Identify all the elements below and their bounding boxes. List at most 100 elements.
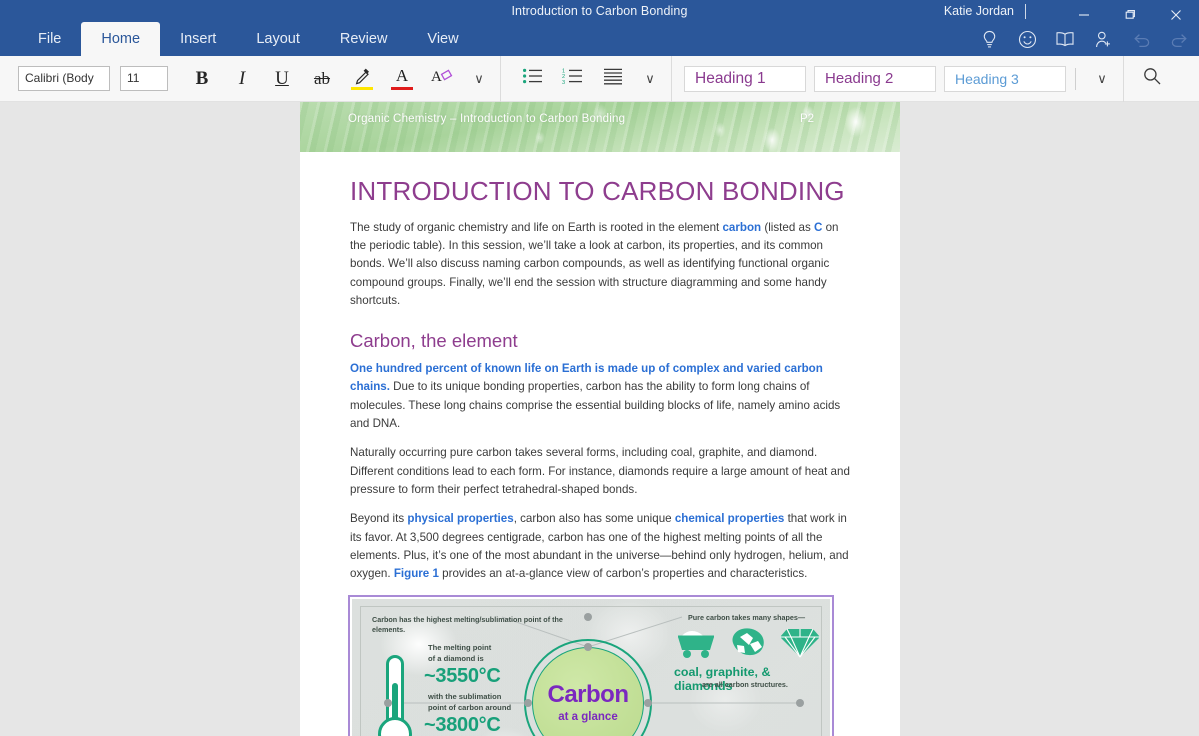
bullet-list-icon bbox=[522, 67, 544, 90]
melting-label-4: point of carbon around bbox=[428, 702, 512, 712]
font-color-a-icon: A bbox=[395, 65, 409, 85]
font-color-button[interactable]: A bbox=[382, 61, 422, 97]
font-group-expand-button[interactable]: ∨ bbox=[462, 61, 496, 97]
numbered-list-icon: 1 2 3 bbox=[562, 67, 584, 90]
document-page[interactable]: Organic Chemistry – Introduction to Carb… bbox=[300, 102, 900, 736]
document-workspace: Organic Chemistry – Introduction to Carb… bbox=[0, 102, 1199, 736]
shapes-sub-text: are all carbon structures. bbox=[702, 679, 788, 689]
user-name[interactable]: Katie Jordan bbox=[944, 4, 1014, 18]
connector-node bbox=[524, 698, 532, 707]
font-group: Calibri (Body 11 B I U ab A A ∨ bbox=[0, 56, 500, 102]
p1-carbon-link[interactable]: carbon bbox=[722, 221, 761, 234]
styles-gallery-expand-button[interactable]: ∨ bbox=[1085, 61, 1119, 97]
tab-layout[interactable]: Layout bbox=[236, 22, 320, 56]
paragraph-intro: The study of organic chemistry and life … bbox=[350, 219, 850, 311]
p4-figure-1-link[interactable]: Figure 1 bbox=[394, 567, 439, 580]
page-title: INTRODUCTION TO CARBON BONDING bbox=[350, 176, 845, 206]
connector-node bbox=[796, 698, 804, 707]
header-left-text: Organic Chemistry – Introduction to Carb… bbox=[348, 113, 626, 125]
tab-home[interactable]: Home bbox=[81, 22, 161, 56]
melting-intro-text: Carbon has the highest melting/sublimati… bbox=[372, 614, 563, 635]
center-subtitle: at a glance bbox=[558, 710, 618, 723]
chevron-down-icon: ∨ bbox=[645, 70, 655, 86]
p4-chemical-properties-link[interactable]: chemical properties bbox=[675, 512, 785, 525]
p1-a: The study of organic chemistry and life … bbox=[350, 220, 723, 234]
strikethrough-label: ab bbox=[313, 68, 331, 88]
tab-review[interactable]: Review bbox=[320, 22, 408, 56]
p4-physical-properties-link[interactable]: physical properties bbox=[407, 512, 513, 525]
share-person-icon[interactable] bbox=[1089, 26, 1117, 52]
tell-me-icon[interactable] bbox=[975, 26, 1003, 52]
connector-node bbox=[584, 642, 592, 651]
window-title: Introduction to Carbon Bonding bbox=[511, 4, 688, 18]
p4-e: provides an at-a-glance view of carbon’s… bbox=[438, 567, 808, 581]
paragraph-carbon-chains: One hundred percent of known life on Ear… bbox=[350, 360, 850, 433]
italic-button[interactable]: I bbox=[222, 61, 262, 97]
titlebar-icon-row bbox=[975, 26, 1193, 52]
clear-formatting-button[interactable]: A bbox=[422, 61, 462, 97]
font-color-bar bbox=[391, 86, 413, 90]
paragraph-pure-carbon-forms: Naturally occurring pure carbon takes se… bbox=[350, 446, 850, 497]
search-group bbox=[1123, 55, 1176, 102]
diamond-icon bbox=[778, 625, 822, 664]
search-icon bbox=[1142, 66, 1162, 91]
tab-insert[interactable]: Insert bbox=[160, 22, 236, 56]
bullet-list-button[interactable] bbox=[513, 61, 553, 97]
infographic-image-selection[interactable]: Carbon has the highest melting/sublimati… bbox=[348, 594, 834, 736]
paragraph-properties: Beyond its physical properties, carbon a… bbox=[350, 510, 850, 583]
coal-cart-icon bbox=[674, 625, 718, 664]
text-caret bbox=[1025, 4, 1026, 19]
undo-icon[interactable] bbox=[1127, 26, 1155, 52]
p4-c: , carbon also has some unique bbox=[513, 512, 675, 526]
bold-button[interactable]: B bbox=[182, 61, 222, 97]
center-title: Carbon bbox=[547, 680, 630, 708]
read-mode-icon[interactable] bbox=[1051, 26, 1079, 52]
smiley-feedback-icon[interactable] bbox=[1013, 26, 1041, 52]
melting-label-1: The melting point bbox=[428, 642, 492, 652]
highlight-color-bar bbox=[351, 86, 373, 90]
styles-divider bbox=[1075, 67, 1076, 90]
align-left-icon bbox=[602, 67, 624, 90]
title-bar: Introduction to Carbon Bonding Katie Jor… bbox=[0, 0, 1199, 56]
shapes-intro-text: Pure carbon takes many shapes— bbox=[688, 612, 806, 622]
text-highlight-button[interactable] bbox=[342, 61, 382, 97]
paragraph-group-expand-button[interactable]: ∨ bbox=[633, 61, 667, 97]
italic-label: I bbox=[238, 67, 246, 89]
align-button[interactable] bbox=[593, 61, 633, 97]
style-heading-1[interactable]: Heading 1 bbox=[684, 65, 806, 92]
strikethrough-button[interactable]: ab bbox=[302, 61, 342, 97]
p1-c: (listed as bbox=[761, 220, 814, 234]
style-heading-3[interactable]: Heading 3 bbox=[944, 65, 1066, 92]
svg-text:3: 3 bbox=[562, 80, 565, 85]
melting-value-sublimation: ~3800°C bbox=[424, 713, 501, 736]
melting-label-3: with the sublimation bbox=[428, 691, 502, 701]
clear-formatting-icon: A bbox=[430, 65, 454, 92]
paragraph-group: 1 2 3 ∨ bbox=[500, 55, 671, 102]
ribbon-toolbar: Calibri (Body 11 B I U ab A A ∨ 1 2 3 ∨ … bbox=[0, 55, 1199, 102]
style-heading-2[interactable]: Heading 2 bbox=[814, 65, 936, 92]
connector-node bbox=[384, 698, 392, 707]
numbered-list-button[interactable]: 1 2 3 bbox=[553, 61, 593, 97]
font-name-input[interactable]: Calibri (Body bbox=[18, 66, 110, 91]
tab-view[interactable]: View bbox=[407, 22, 478, 56]
section-heading-carbon-the-element: Carbon, the element bbox=[350, 330, 518, 352]
underline-label: U bbox=[275, 67, 289, 89]
style-heading-2-label: Heading 2 bbox=[825, 70, 894, 87]
style-heading-1-label: Heading 1 bbox=[695, 69, 766, 87]
p4-a: Beyond its bbox=[350, 512, 408, 526]
search-button[interactable] bbox=[1132, 61, 1172, 97]
carbon-shape-icons bbox=[674, 625, 822, 664]
chevron-down-icon: ∨ bbox=[1097, 70, 1107, 86]
infographic-image[interactable]: Carbon has the highest melting/sublimati… bbox=[352, 598, 830, 736]
font-size-input[interactable]: 11 bbox=[120, 66, 168, 91]
underline-button[interactable]: U bbox=[262, 61, 302, 97]
bold-label: B bbox=[195, 67, 209, 89]
styles-group: Heading 1 Heading 2 Heading 3 ∨ bbox=[671, 55, 1123, 102]
ribbon-tab-bar: File Home Insert Layout Review View bbox=[18, 22, 479, 56]
svg-text:A: A bbox=[431, 69, 442, 85]
style-heading-3-label: Heading 3 bbox=[955, 70, 1019, 87]
tab-file[interactable]: File bbox=[18, 22, 81, 56]
redo-icon[interactable] bbox=[1165, 26, 1193, 52]
connector-node bbox=[644, 698, 652, 707]
melting-label-2: of a diamond is bbox=[428, 653, 484, 663]
